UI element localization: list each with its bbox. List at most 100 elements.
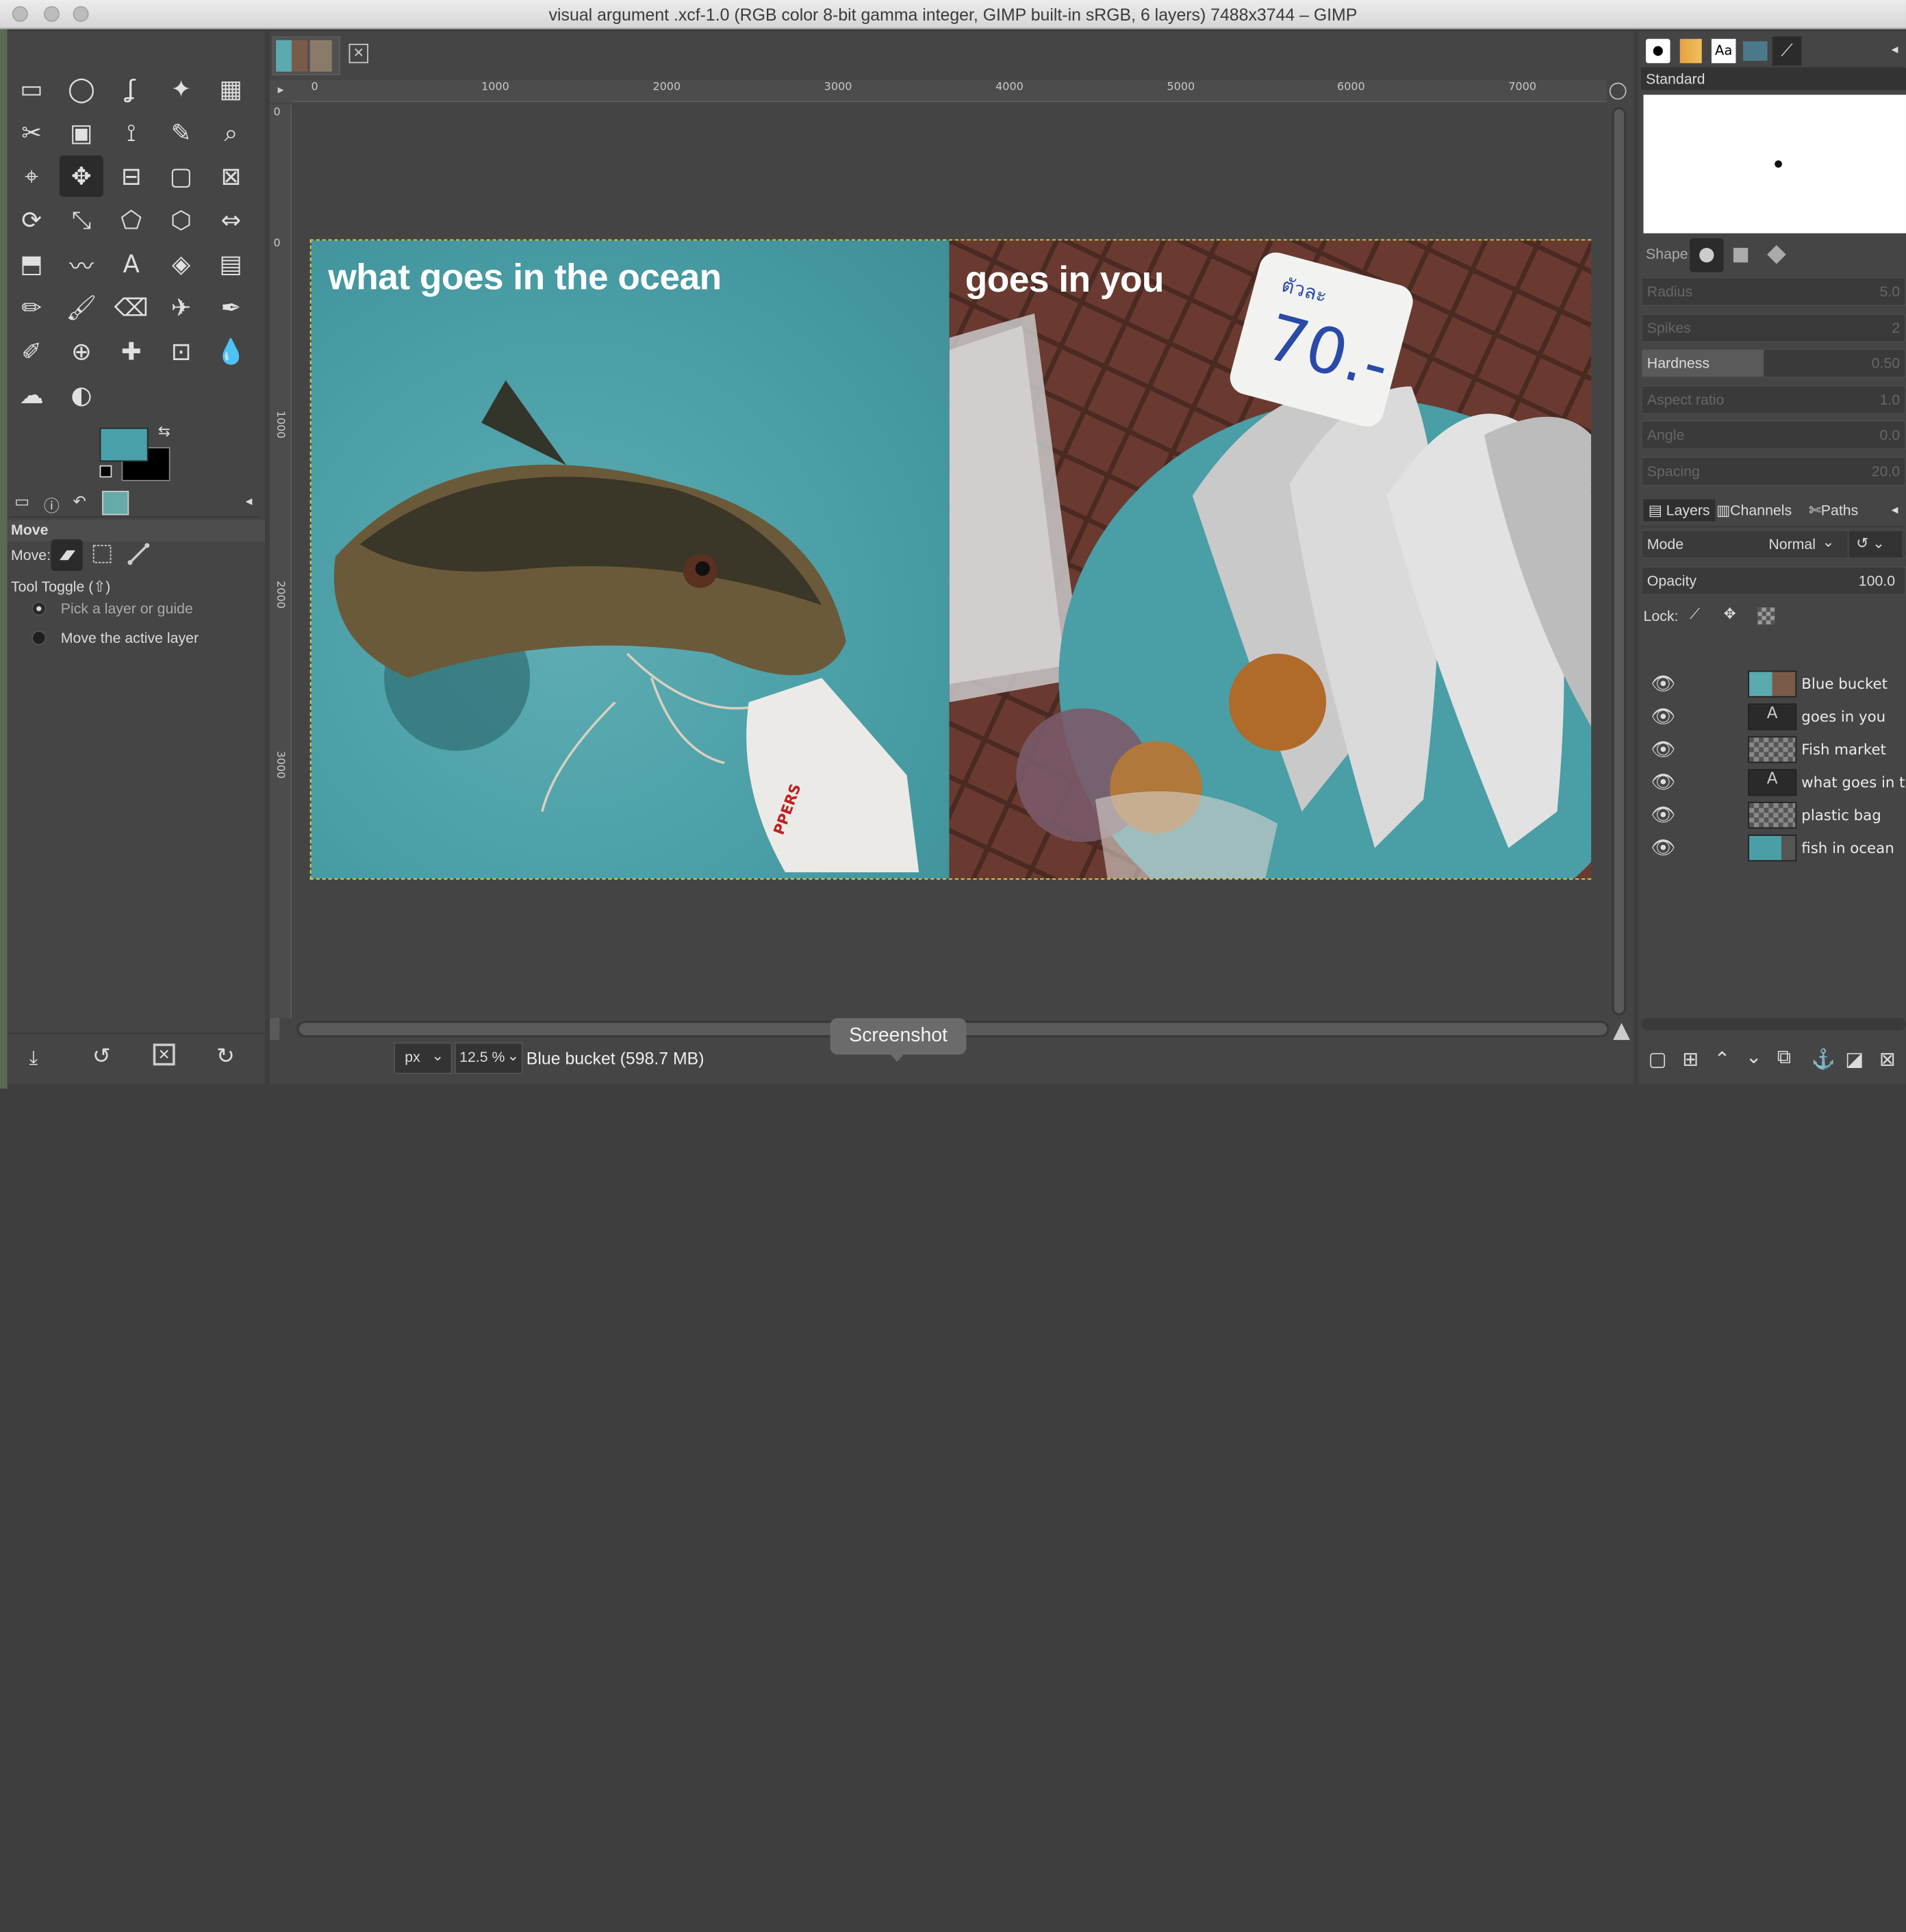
new-layer-group-icon[interactable]: ⊞ bbox=[1682, 1047, 1699, 1071]
bucket-fill-tool-icon[interactable]: ◈ bbox=[160, 243, 203, 284]
scissors-tool-icon[interactable]: ✂ bbox=[10, 112, 53, 153]
move-selection-mode-button[interactable] bbox=[90, 542, 116, 568]
scale-tool-icon[interactable]: ⤡ bbox=[60, 199, 103, 240]
clone-tool-icon[interactable]: ⊕ bbox=[60, 331, 103, 372]
mypaint-tool-icon[interactable]: ✐ bbox=[10, 331, 53, 372]
tab-paths[interactable]: ✄Paths bbox=[1809, 502, 1858, 519]
visibility-eye-icon[interactable]: 👁 bbox=[1651, 704, 1675, 728]
perspective-clone-tool-icon[interactable]: ⊡ bbox=[160, 331, 203, 372]
fuzzy-select-tool-icon[interactable]: ✦ bbox=[160, 68, 203, 109]
cage-tool-icon[interactable]: ⬒ bbox=[10, 243, 53, 284]
brush-preview[interactable] bbox=[1643, 94, 1906, 233]
patterns-tab-icon[interactable] bbox=[1679, 38, 1702, 64]
radio-move-active[interactable] bbox=[31, 631, 47, 646]
paths-tool-icon[interactable]: ⟟ bbox=[110, 112, 153, 153]
visibility-eye-icon[interactable]: 👁 bbox=[1651, 672, 1675, 696]
layer-row[interactable]: 👁 Awhat goes in the ocean bbox=[1641, 767, 1906, 798]
shape-diamond-button[interactable] bbox=[1767, 244, 1786, 264]
lock-pixels-icon[interactable]: ⟋ bbox=[1690, 605, 1700, 624]
layer-row[interactable]: 👁 Agoes in you bbox=[1641, 701, 1906, 733]
foreground-select-tool-icon[interactable]: ▣ bbox=[60, 112, 103, 153]
quick-mask-toggle-icon[interactable]: ▸ bbox=[270, 80, 292, 103]
restore-options-icon[interactable]: ↺ bbox=[92, 1043, 111, 1069]
move-tool-icon[interactable]: ✥ bbox=[59, 155, 103, 197]
move-path-mode-button[interactable] bbox=[127, 542, 153, 568]
panel-menu-icon[interactable]: ◂ bbox=[1892, 41, 1898, 57]
vertical-scrollbar[interactable] bbox=[1612, 107, 1627, 1016]
device-status-tab-icon[interactable]: ⓘ bbox=[44, 493, 60, 517]
visibility-eye-icon[interactable]: 👁 bbox=[1651, 737, 1675, 761]
heal-tool-icon[interactable]: ✚ bbox=[110, 331, 153, 372]
rotate-tool-icon[interactable]: ⟳ bbox=[10, 199, 53, 240]
tool-options-tab-icon[interactable]: ▭ bbox=[14, 493, 29, 511]
fonts-tab-icon[interactable]: Aa bbox=[1711, 38, 1736, 64]
image-canvas[interactable]: PPERS what goes in the ocean 70.- ตัวละ … bbox=[309, 239, 1592, 880]
zoom-tool-icon[interactable]: ⌕ bbox=[209, 112, 253, 153]
move-layer-mode-button[interactable] bbox=[51, 539, 83, 572]
image-tab[interactable] bbox=[272, 36, 341, 76]
blend-tool-icon[interactable]: ▤ bbox=[209, 243, 253, 284]
layer-row[interactable]: 👁 Blue bucket bbox=[1641, 668, 1906, 700]
ellipse-select-tool-icon[interactable]: ◯ bbox=[60, 68, 103, 109]
unified-transform-tool-icon[interactable]: ⊠ bbox=[209, 155, 253, 196]
text-tool-icon[interactable]: A bbox=[110, 243, 153, 284]
save-options-icon[interactable]: ⤓ bbox=[29, 1046, 38, 1070]
layer-row[interactable]: 👁 plastic bag bbox=[1641, 800, 1906, 831]
airbrush-tool-icon[interactable]: ✈ bbox=[160, 287, 203, 328]
brushes-tab-icon[interactable] bbox=[1646, 38, 1670, 64]
flip-tool-icon[interactable]: ⇔ bbox=[209, 199, 253, 240]
align-tool-icon[interactable]: ⊟ bbox=[110, 155, 153, 196]
visibility-eye-icon[interactable]: 👁 bbox=[1651, 803, 1675, 827]
raise-layer-icon[interactable]: ⌃ bbox=[1714, 1047, 1730, 1071]
dodge-tool-icon[interactable]: ◐ bbox=[60, 374, 103, 416]
rect-select-tool-icon[interactable]: ▭ bbox=[10, 68, 53, 109]
vertical-scroll-thumb[interactable] bbox=[1614, 109, 1625, 1014]
unit-select[interactable]: px ⌄ bbox=[394, 1042, 453, 1074]
paint-dynamics-tab-icon[interactable]: ⟋ bbox=[1772, 36, 1802, 66]
free-select-tool-icon[interactable]: ʆ bbox=[110, 68, 153, 109]
navigate-corner-icon[interactable] bbox=[270, 1018, 280, 1041]
images-tab-icon[interactable] bbox=[102, 490, 129, 516]
smudge-tool-icon[interactable]: ☁ bbox=[10, 374, 53, 416]
zoom-select[interactable]: 12.5 % ⌄ bbox=[455, 1042, 523, 1074]
zoom-on-resize-icon[interactable] bbox=[1609, 82, 1627, 100]
layers-scrollbar[interactable] bbox=[1640, 1018, 1906, 1030]
brush-param-aspect-ratio[interactable]: Aspect ratio 1.0 bbox=[1640, 384, 1906, 414]
brush-param-spikes[interactable]: Spikes 2 bbox=[1640, 312, 1906, 342]
tab-layers[interactable]: ▤ Layers bbox=[1643, 499, 1715, 522]
close-tab-icon[interactable]: ✕ bbox=[348, 43, 368, 64]
anchor-layer-icon[interactable]: ⚓ bbox=[1811, 1047, 1835, 1071]
swap-colors-icon[interactable]: ⇆ bbox=[158, 423, 170, 440]
shape-square-button[interactable] bbox=[1733, 248, 1749, 263]
brush-param-hardness[interactable]: Hardness 0.50 bbox=[1640, 348, 1906, 378]
visibility-eye-icon[interactable]: 👁 bbox=[1651, 836, 1675, 860]
lower-layer-icon[interactable]: ⌄ bbox=[1746, 1045, 1762, 1069]
foreground-color-swatch[interactable] bbox=[99, 427, 149, 462]
eraser-tool-icon[interactable]: ⌫ bbox=[110, 287, 153, 328]
brush-param-angle[interactable]: Angle 0.0 bbox=[1640, 420, 1906, 450]
mode-reset-button[interactable]: ↺ ⌄ bbox=[1847, 529, 1904, 559]
layer-row[interactable]: 👁 fish in ocean bbox=[1641, 832, 1906, 864]
brush-param-radius[interactable]: Radius 5.0 bbox=[1640, 277, 1906, 307]
reset-options-icon[interactable]: ↻ bbox=[216, 1043, 235, 1069]
shape-circle-button[interactable] bbox=[1689, 238, 1724, 272]
color-select-tool-icon[interactable]: ▦ bbox=[209, 68, 253, 109]
images-tab-icon[interactable] bbox=[1743, 41, 1768, 61]
lock-position-icon[interactable]: ✥ bbox=[1724, 605, 1736, 622]
delete-layer-icon[interactable]: ⊠ bbox=[1879, 1047, 1896, 1071]
mask-layer-icon[interactable]: ◪ bbox=[1845, 1047, 1864, 1071]
new-layer-icon[interactable]: ▢ bbox=[1649, 1047, 1667, 1071]
reset-colors-icon[interactable] bbox=[99, 465, 112, 478]
tab-channels[interactable]: ▥Channels bbox=[1716, 502, 1792, 519]
radio-pick-layer[interactable] bbox=[31, 601, 47, 616]
pencil-tool-icon[interactable]: ✏ bbox=[10, 287, 53, 328]
ink-tool-icon[interactable]: ✒ bbox=[209, 287, 253, 328]
crop-tool-icon[interactable]: ▢ bbox=[160, 155, 203, 196]
3d-transform-tool-icon[interactable]: ⬡ bbox=[160, 199, 203, 240]
duplicate-layer-icon[interactable]: ⧉ bbox=[1777, 1047, 1791, 1069]
perspective-tool-icon[interactable]: ⬠ bbox=[110, 199, 153, 240]
panel-menu-icon[interactable]: ◂ bbox=[246, 493, 253, 509]
layer-row[interactable]: 👁 Fish market bbox=[1641, 734, 1906, 765]
brush-param-spacing[interactable]: Spacing 20.0 bbox=[1640, 456, 1906, 485]
measure-tool-icon[interactable]: ⌖ bbox=[10, 155, 53, 196]
